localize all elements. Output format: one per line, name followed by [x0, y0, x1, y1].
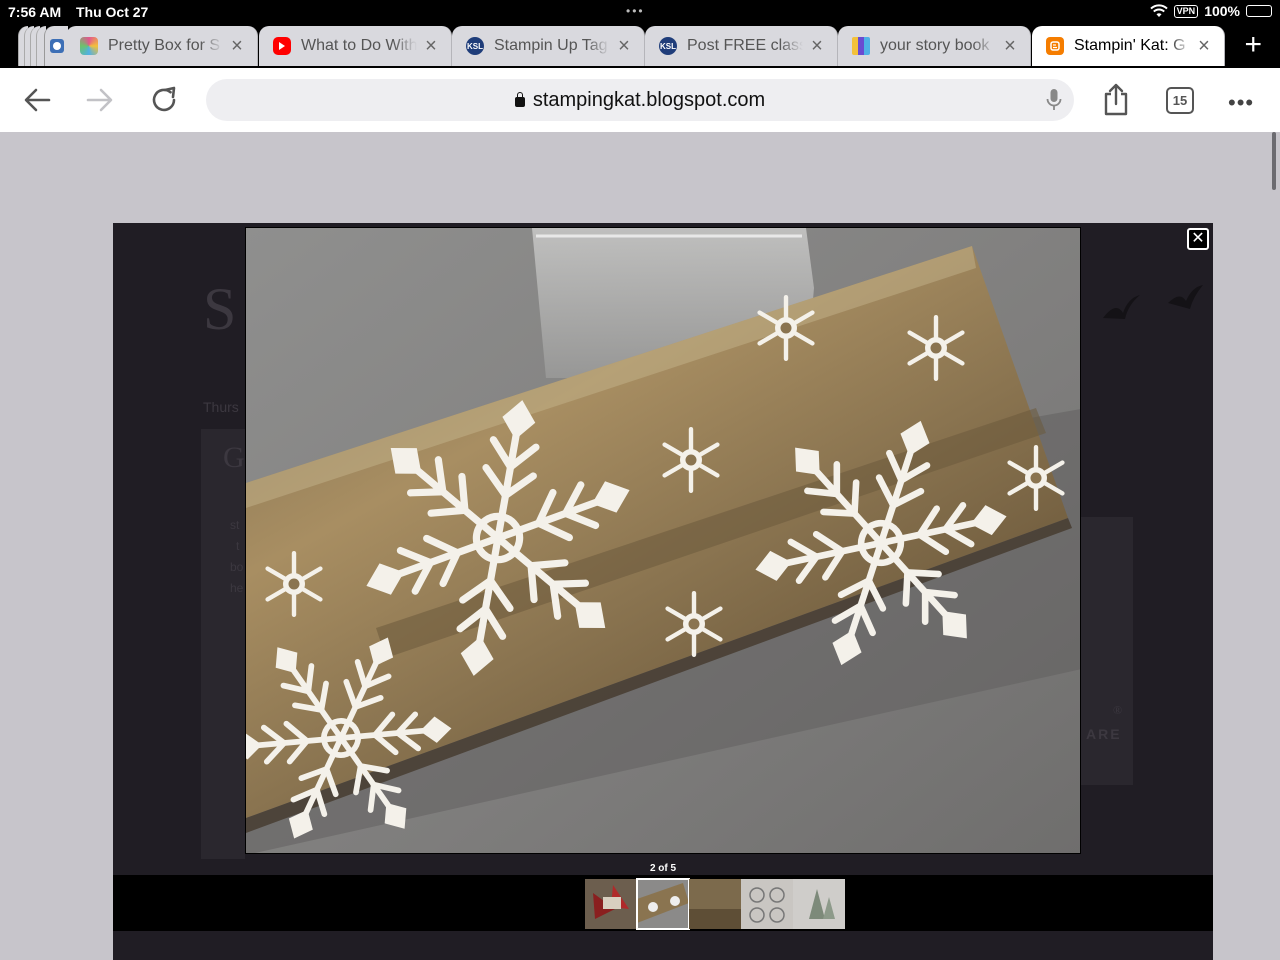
thumbnail-4[interactable] [741, 879, 793, 929]
post-text-fragment: st t bo he [230, 518, 244, 595]
tab-title: Stampin Up Tag [494, 37, 608, 54]
status-date: Thu Oct 27 [76, 4, 149, 20]
share-icon[interactable] [1101, 82, 1131, 116]
tab-what-to-do[interactable]: What to Do With × [259, 26, 452, 66]
lightbox-main-photo[interactable] [245, 227, 1081, 854]
tab-close-icon[interactable]: × [229, 36, 245, 56]
tab-title: your story book [880, 37, 990, 54]
microphone-icon[interactable] [1046, 89, 1062, 111]
url-text: stampingkat.blogspot.com [532, 88, 766, 111]
reload-icon[interactable] [148, 84, 180, 116]
thumbnail-1[interactable] [585, 879, 637, 929]
address-bar[interactable]: stampingkat.blogspot.com [206, 79, 1074, 121]
tab-strip: Pretty Box for S × What to Do With × KSL… [0, 24, 1280, 68]
thumbnail-strip [113, 875, 1213, 931]
back-arrow-icon[interactable] [21, 84, 53, 116]
post-title-fragment: G [223, 441, 245, 474]
tab-count-button[interactable]: 15 [1166, 87, 1194, 114]
ksl-favicon-icon: KSL [466, 37, 484, 55]
tab-pretty-box[interactable]: Pretty Box for S × [66, 26, 258, 66]
tab-stampin-kat[interactable]: Stampin' Kat: G × [1032, 26, 1225, 66]
snowflake-box-photo [246, 228, 1080, 853]
blog-title-fragment: S [203, 276, 237, 342]
web-page: S Thurs G st t bo he ARE ® ✕ 2 of 5 [0, 132, 1280, 960]
tab-your-story-book[interactable]: your story book × [838, 26, 1031, 66]
battery-percent: 100% [1204, 3, 1240, 19]
tab-close-icon[interactable]: × [1196, 36, 1212, 56]
tab-overflow-stack[interactable] [18, 26, 68, 66]
tab-stampin-up-tag[interactable]: KSL Stampin Up Tag × [452, 26, 645, 66]
tab-title: Post FREE class [687, 37, 803, 54]
tab-title: Stampin' Kat: G [1074, 37, 1186, 54]
youtube-favicon-icon [273, 37, 291, 55]
multitasking-dots-icon[interactable]: ••• [626, 4, 645, 18]
tab-close-icon[interactable]: × [423, 36, 439, 56]
tab-stack-favicon [50, 39, 64, 53]
wifi-icon [1149, 4, 1168, 17]
sidebar-badge-panel [1081, 517, 1133, 785]
forward-arrow-icon[interactable] [84, 84, 116, 116]
pretty-box-favicon-icon [80, 37, 98, 55]
thumbnail-2-selected[interactable] [636, 878, 690, 930]
image-counter: 2 of 5 [649, 863, 677, 874]
blog-post-panel [201, 429, 245, 859]
browser-toolbar: stampingkat.blogspot.com 15 ••• [0, 68, 1280, 132]
tab-close-icon[interactable]: × [1002, 36, 1018, 56]
registered-mark: ® [1113, 703, 1123, 717]
vpn-badge: VPN [1173, 4, 1199, 18]
thumbnail-3[interactable] [689, 879, 741, 929]
lightbox-close-button[interactable]: ✕ [1187, 228, 1209, 250]
tab-title: Pretty Box for S [108, 37, 221, 54]
more-menu-icon[interactable]: ••• [1228, 90, 1254, 116]
thumbnail-5[interactable] [793, 879, 845, 929]
shopping-bag-favicon-icon [852, 37, 870, 55]
sidebar-badge-text: ARE [1086, 726, 1122, 742]
birds-decoration-icon [1103, 285, 1203, 319]
tab-close-icon[interactable]: × [809, 36, 825, 56]
tab-title: What to Do With [301, 37, 417, 54]
blog-date-fragment: Thurs [203, 399, 239, 415]
lock-icon [514, 92, 525, 107]
ksl-favicon-icon: KSL [659, 37, 677, 55]
tab-post-free-class[interactable]: KSL Post FREE class × [645, 26, 838, 66]
status-time: 7:56 AM [8, 4, 62, 20]
lightbox-overlay: S Thurs G st t bo he ARE ® ✕ 2 of 5 [113, 223, 1213, 960]
blogger-favicon-icon [1046, 37, 1064, 55]
status-bar: 7:56 AM Thu Oct 27 ••• VPN 100% [0, 0, 1280, 24]
tab-close-icon[interactable]: × [616, 36, 632, 56]
battery-icon [1246, 5, 1272, 17]
new-tab-plus-icon[interactable]: + [1244, 30, 1262, 60]
scrollbar-thumb[interactable] [1272, 132, 1276, 190]
